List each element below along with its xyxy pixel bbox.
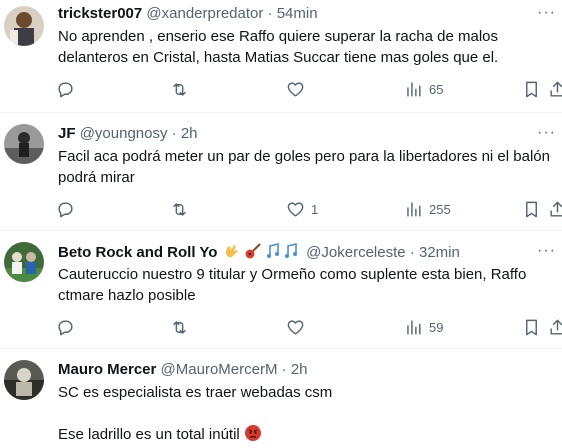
heart-icon <box>287 319 304 335</box>
author-name[interactable]: Mauro Mercer <box>58 361 156 378</box>
reply-button[interactable] <box>56 198 75 220</box>
share-button[interactable] <box>548 198 562 220</box>
view-count: 59 <box>429 319 444 335</box>
share-icon <box>550 201 562 217</box>
tweet-text-2: Ese ladrillo es un total inútil <box>58 426 240 443</box>
avatar-jf[interactable] <box>4 124 44 164</box>
separator-dot: · <box>171 125 177 142</box>
timestamp[interactable]: 2h <box>291 361 308 378</box>
views-button[interactable]: 65 <box>404 78 443 100</box>
reply-button[interactable] <box>56 78 75 100</box>
tweet-1[interactable]: trickster007 @xanderpredator · 54min ···… <box>0 0 562 110</box>
retweet-button[interactable] <box>170 198 189 220</box>
divider <box>0 348 562 349</box>
like-count: 1 <box>311 201 319 217</box>
tweet-text: Facil aca podrá meter un par de goles pe… <box>58 148 550 186</box>
retweet-button[interactable] <box>170 78 189 100</box>
reply-icon <box>58 319 73 335</box>
views-button[interactable]: 255 <box>404 198 451 220</box>
music-notes-icon <box>266 242 302 266</box>
share-icon <box>550 81 562 97</box>
share-button[interactable] <box>548 78 562 100</box>
author-handle[interactable]: @youngnosy <box>80 125 168 142</box>
heart-icon <box>287 81 304 97</box>
author-handle[interactable]: @MauroMercerM <box>161 361 278 378</box>
avatar-jokerceleste[interactable] <box>4 242 44 282</box>
retweet-icon <box>173 202 186 216</box>
like-button[interactable]: 1 <box>286 198 318 220</box>
more-icon[interactable]: ··· <box>537 124 556 142</box>
like-button[interactable] <box>286 316 311 338</box>
angry-face-emoji-icon <box>244 424 262 448</box>
views-icon <box>407 319 421 335</box>
more-icon[interactable]: ··· <box>537 4 556 22</box>
share-button[interactable] <box>548 316 562 338</box>
bookmark-icon <box>526 201 537 217</box>
tweet-2[interactable]: JF @youngnosy · 2h ··· Facil aca podrá m… <box>0 116 562 226</box>
views-icon <box>407 81 421 97</box>
author-name[interactable]: trickster007 <box>58 5 142 22</box>
avatar-image <box>4 242 44 282</box>
avatar-trickster007[interactable] <box>4 6 44 46</box>
separator-dot: · <box>267 5 273 22</box>
author-name[interactable]: Beto Rock and Roll Yo <box>58 244 217 261</box>
retweet-icon <box>173 320 186 334</box>
bookmark-icon <box>526 319 537 335</box>
view-count: 255 <box>429 201 451 217</box>
bookmark-button[interactable] <box>522 316 541 338</box>
tweet-4[interactable]: Mauro Mercer @MauroMercerM · 2h SC es es… <box>0 352 562 443</box>
like-button[interactable] <box>286 78 311 100</box>
heart-icon <box>287 201 304 217</box>
views-button[interactable]: 59 <box>404 316 443 338</box>
avatar-image <box>4 360 44 400</box>
timestamp[interactable]: 32min <box>419 244 460 261</box>
share-icon <box>550 319 562 335</box>
more-icon[interactable]: ··· <box>537 242 556 260</box>
bookmark-button[interactable] <box>522 198 541 220</box>
views-icon <box>407 201 421 217</box>
tweet-text: No aprenden , enserio ese Raffo quiere s… <box>58 28 499 66</box>
avatar-mauromercer[interactable] <box>4 360 44 400</box>
bookmark-icon <box>526 81 537 97</box>
tweet-text-line-2: Ese ladrillo es un total inútil <box>58 424 558 448</box>
retweet-button[interactable] <box>170 316 189 338</box>
view-count: 65 <box>429 81 444 97</box>
reply-icon <box>58 81 73 97</box>
bookmark-button[interactable] <box>522 78 541 100</box>
timestamp[interactable]: 54min <box>277 5 318 22</box>
reply-icon <box>58 201 73 217</box>
guitar-emoji-icon <box>244 242 262 266</box>
avatar-image <box>4 6 44 46</box>
divider <box>0 112 562 113</box>
author-handle[interactable]: @xanderpredator <box>146 5 263 22</box>
timestamp[interactable]: 2h <box>181 125 198 142</box>
author-name[interactable]: JF <box>58 125 76 142</box>
reply-button[interactable] <box>56 316 75 338</box>
separator-dot: · <box>281 361 287 378</box>
author-handle[interactable]: @Jokerceleste <box>306 244 405 261</box>
tweet-3[interactable]: Beto Rock and Roll Yo @Jokerceleste · 32… <box>0 234 562 344</box>
tweet-text: SC es especialista es traer webadas csm <box>58 384 333 401</box>
avatar-image <box>4 124 44 164</box>
tweet-text: Cauteruccio nuestro 9 titular y Ormeño c… <box>58 266 527 304</box>
divider <box>0 230 562 231</box>
retweet-icon <box>173 82 186 96</box>
separator-dot: · <box>409 244 415 261</box>
hand-emoji-icon <box>222 242 240 266</box>
